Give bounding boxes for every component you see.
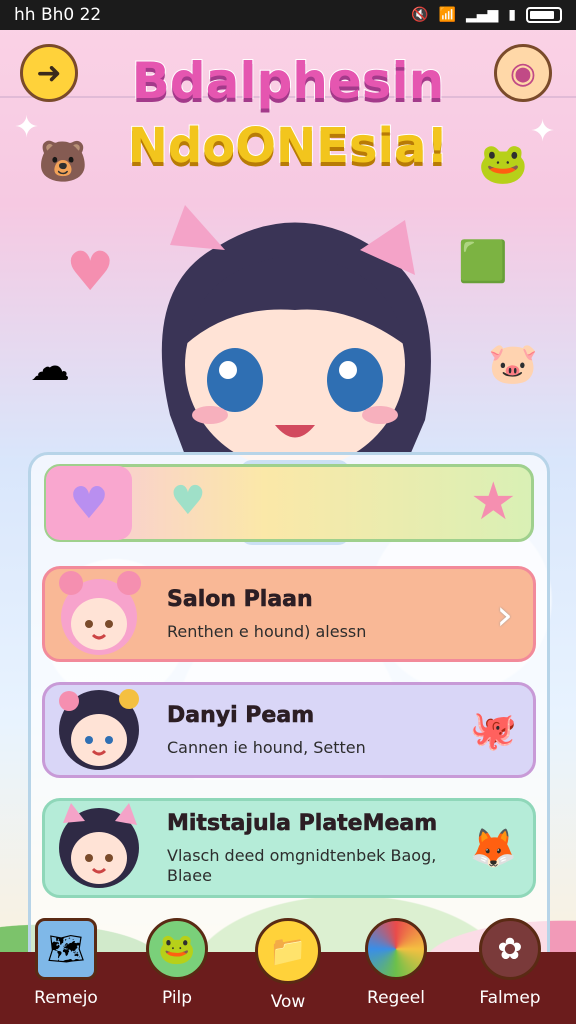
signal-icon: ▂▄▆ (465, 7, 499, 23)
folder-icon: 📁 (255, 918, 321, 984)
pink-creature-icon: 🐙 (469, 707, 517, 752)
creature-sticker-icon: 🐸 (478, 141, 528, 187)
favorites-button[interactable]: ♥ (46, 466, 132, 540)
heart-sticker-icon: ♥ (66, 240, 115, 303)
battery-small-icon: ▮ (508, 7, 516, 23)
menu-card-salon[interactable]: Salon Plaan Renthen e hound) alessn › (42, 566, 536, 662)
nav-label: Vow (270, 992, 306, 1012)
menu-card-danyi[interactable]: Danyi Peam Cannen ie hound, Setten 🐙 (42, 682, 536, 778)
nav-label: Remejo (34, 988, 98, 1008)
map-icon: 🗺 (35, 918, 97, 980)
star-icon[interactable]: ★ (470, 472, 517, 532)
nav-label: Regeel (367, 988, 425, 1008)
app-screen: hh Bh0 22 🔇 📶 ▂▄▆ ▮ ➜ ◉ Bdalphesin NdoON… (0, 0, 576, 1024)
status-time: hh Bh0 22 (14, 5, 102, 25)
battery-icon (526, 7, 562, 23)
fox-icon: 🦊 (469, 825, 517, 870)
bear-sticker-icon: 🐻 (38, 139, 88, 185)
heart-icon: ♥ (69, 477, 109, 529)
block-sticker-icon: 🟩 (458, 239, 508, 285)
heart-decor-icon: ♥ (170, 478, 206, 524)
bone-icon: ✿ (479, 918, 541, 980)
nav-item-vow[interactable]: 📁 Vow (238, 918, 338, 1012)
avatar-pink-hair (59, 571, 141, 655)
nav-item-falmep[interactable]: ✿ Falmep (460, 918, 560, 1008)
nav-label: Falmep (479, 988, 541, 1008)
card-title: Salon Plaan (167, 586, 313, 612)
card-subtitle: Renthen e hound) alessn (167, 621, 367, 641)
mute-icon: 🔇 (411, 7, 429, 23)
nav-label: Pilp (161, 988, 193, 1008)
frog-icon: 🐸 (146, 918, 208, 980)
avatar-cat-ears (59, 803, 139, 888)
nav-item-pilp[interactable]: 🐸 Pilp (127, 918, 227, 1008)
nav-item-remejo[interactable]: 🗺 Remejo (16, 918, 116, 1008)
avatar-dark-hair (59, 689, 139, 770)
status-bar: hh Bh0 22 🔇 📶 ▂▄▆ ▮ (0, 0, 576, 30)
pig-sticker-icon: 🐷 (488, 341, 538, 387)
wifi-icon: 📶 (438, 7, 456, 23)
chevron-right-icon[interactable]: › (496, 590, 513, 639)
cloud-sticker-icon: ☁ (30, 344, 70, 390)
card-title: Danyi Peam (167, 702, 315, 728)
sparkle-icon: ✦ (530, 114, 556, 149)
status-icons: 🔇 📶 ▂▄▆ ▮ (411, 7, 562, 23)
title-line-1: Bdalphesin (131, 51, 446, 111)
sparkle-icon: ✦ (14, 110, 40, 145)
card-subtitle: Cannen ie hound, Setten (167, 737, 366, 757)
card-title: Mitstajula PlateMeam (167, 810, 438, 836)
paint-ball-icon (365, 918, 427, 980)
menu-card-mitstajula[interactable]: Mitstajula PlateMeam Vlasch deed omgnidt… (42, 798, 536, 898)
card-subtitle: Vlasch deed omgnidtenbek Baog, Blaee (167, 845, 437, 885)
nav-item-regeel[interactable]: Regeel (346, 918, 446, 1008)
